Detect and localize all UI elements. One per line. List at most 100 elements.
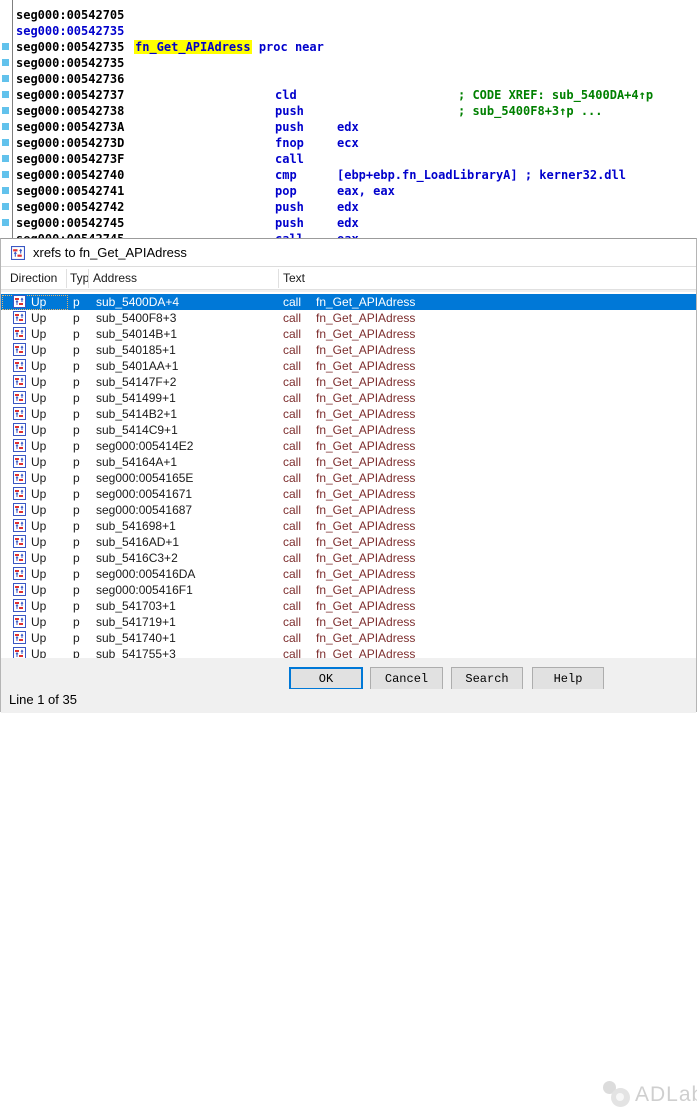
xref-text-target: fn_Get_APIAdress <box>316 534 415 550</box>
xref-text-target: fn_Get_APIAdress <box>316 438 415 454</box>
adlab-logo-icon <box>611 1088 630 1107</box>
xref-row-icon <box>13 471 26 484</box>
xref-text-mnemonic: call <box>283 614 301 630</box>
xref-row[interactable]: Up p sub_54014B+1 call fn_Get_APIAdress <box>1 326 696 342</box>
xref-direction: Up <box>31 390 46 406</box>
xref-row-icon <box>13 295 26 308</box>
xref-row[interactable]: Up p seg000:005416DA call fn_Get_APIAdre… <box>1 566 696 582</box>
xref-row[interactable]: Up p seg000:00541687 call fn_Get_APIAdre… <box>1 502 696 518</box>
disasm-line[interactable]: seg000:00542735 ; sub_5400F8+3↑p ... <box>0 23 697 39</box>
xref-direction: Up <box>31 374 46 390</box>
xref-type: p <box>73 310 80 326</box>
xref-row[interactable]: Up p sub_5414B2+1 call fn_Get_APIAdress <box>1 406 696 422</box>
xref-row-icon <box>13 455 26 468</box>
xref-row[interactable]: Up p sub_541698+1 call fn_Get_APIAdress <box>1 518 696 534</box>
xref-address: sub_541499+1 <box>96 390 176 406</box>
disasm-line[interactable]: seg000:00542705 <box>0 0 697 7</box>
search-button[interactable]: Search <box>451 667 523 690</box>
dialog-title: xrefs to fn_Get_APIAdress <box>33 245 187 260</box>
xref-row[interactable]: Up p seg000:005414E2 call fn_Get_APIAdre… <box>1 438 696 454</box>
xref-row[interactable]: Up p sub_541740+1 call fn_Get_APIAdress <box>1 630 696 646</box>
column-separator[interactable] <box>278 269 279 288</box>
xref-text-mnemonic: call <box>283 630 301 646</box>
column-header-text[interactable]: Text <box>283 271 305 285</box>
xref-row-icon <box>13 439 26 452</box>
disasm-line[interactable]: seg000:00542740 push edx <box>0 151 697 167</box>
xref-type: p <box>73 390 80 406</box>
disasm-line[interactable]: seg000:0054273D cmp eax, eax <box>0 119 697 135</box>
cancel-button[interactable]: Cancel <box>370 667 443 690</box>
disasm-line[interactable]: seg000:00542737 push ecx <box>0 71 697 87</box>
xref-row[interactable]: Up p seg000:005416F1 call fn_Get_APIAdre… <box>1 582 696 598</box>
xref-row[interactable]: Up p sub_541499+1 call fn_Get_APIAdress <box>1 390 696 406</box>
xref-type: p <box>73 326 80 342</box>
xref-list-header: Direction Typ Address Text <box>1 267 696 290</box>
xref-direction: Up <box>31 342 46 358</box>
xref-type: p <box>73 438 80 454</box>
xref-direction: Up <box>31 646 46 658</box>
xref-row[interactable]: Up p sub_541755+3 call fn_Get_APIAdress <box>1 646 696 658</box>
disasm-line[interactable]: seg000:0054273A call [ebp+ebp.fn_LoadLib… <box>0 103 697 119</box>
column-separator[interactable] <box>66 269 67 288</box>
disasm-line[interactable]: seg000:00542745 fn_Get_APIAdress endp <box>0 215 697 231</box>
xref-type: p <box>73 614 80 630</box>
xref-row[interactable]: Up p seg000:0054165E call fn_Get_APIAdre… <box>1 470 696 486</box>
xref-address: sub_54147F+2 <box>96 374 176 390</box>
disasm-line[interactable]: seg000:00542738 fnop <box>0 87 697 103</box>
xref-text-target: fn_Get_APIAdress <box>316 422 415 438</box>
xref-row[interactable]: Up p sub_54164A+1 call fn_Get_APIAdress <box>1 454 696 470</box>
column-header-address[interactable]: Address <box>93 271 137 285</box>
disasm-line[interactable]: seg000:00542735 cld <box>0 39 697 55</box>
xref-row[interactable]: Up p sub_5400F8+3 call fn_Get_APIAdress <box>1 310 696 326</box>
xref-row[interactable]: Up p seg000:00541671 call fn_Get_APIAdre… <box>1 486 696 502</box>
xref-address: seg000:0054165E <box>96 470 193 486</box>
xref-type: p <box>73 406 80 422</box>
xref-text-target: fn_Get_APIAdress <box>316 582 415 598</box>
disasm-line[interactable]: seg000:00542742 call [ebp+ebp.fn_GetProc… <box>0 183 697 199</box>
xref-text-mnemonic: call <box>283 422 301 438</box>
xref-row-icon <box>13 407 26 420</box>
xref-type: p <box>73 422 80 438</box>
help-button[interactable]: Help <box>532 667 604 690</box>
xref-row[interactable]: Up p sub_5401AA+1 call fn_Get_APIAdress <box>1 358 696 374</box>
xref-row[interactable]: Up p sub_54147F+2 call fn_Get_APIAdress <box>1 374 696 390</box>
column-separator[interactable] <box>88 269 89 288</box>
xref-type: p <box>73 566 80 582</box>
dialog-titlebar[interactable]: xrefs to fn_Get_APIAdress <box>1 239 696 267</box>
disasm-line[interactable]: seg000:00542745 retn <box>0 199 697 215</box>
xref-row[interactable]: Up p sub_5400DA+4 call fn_Get_APIAdress <box>1 294 696 310</box>
disasm-line[interactable]: seg000:00542741 push eax <box>0 167 697 183</box>
xref-row-icon <box>13 375 26 388</box>
xref-row[interactable]: Up p sub_5416AD+1 call fn_Get_APIAdress <box>1 534 696 550</box>
xref-row[interactable]: Up p sub_5416C3+2 call fn_Get_APIAdress <box>1 550 696 566</box>
xref-row-icon <box>13 391 26 404</box>
xref-row-icon <box>13 423 26 436</box>
disasm-line[interactable]: seg000:00542735 fn_Get_APIAdress proc ne… <box>0 7 697 23</box>
column-header-type[interactable]: Typ <box>70 271 88 285</box>
xref-list[interactable]: Up p sub_5400DA+4 call fn_Get_APIAdress … <box>1 292 696 658</box>
xref-text-mnemonic: call <box>283 358 301 374</box>
disassembly-view[interactable]: seg000:00542705 seg000:00542735 fn_Get_A… <box>0 0 697 238</box>
disasm-line[interactable]: seg000:00542736 push edx <box>0 55 697 71</box>
xref-text-target: fn_Get_APIAdress <box>316 310 415 326</box>
xref-text-target: fn_Get_APIAdress <box>316 342 415 358</box>
xref-type: p <box>73 646 80 658</box>
column-header-direction[interactable]: Direction <box>10 271 57 285</box>
xref-row[interactable]: Up p sub_541703+1 call fn_Get_APIAdress <box>1 598 696 614</box>
xref-row[interactable]: Up p sub_541719+1 call fn_Get_APIAdress <box>1 614 696 630</box>
xref-row[interactable]: Up p sub_540185+1 call fn_Get_APIAdress <box>1 342 696 358</box>
xref-type: p <box>73 598 80 614</box>
xref-address: seg000:005414E2 <box>96 438 193 454</box>
xref-text-target: fn_Get_APIAdress <box>316 358 415 374</box>
adlab-watermark: ADLab <box>599 1079 694 1113</box>
ok-button[interactable]: OK <box>289 667 363 690</box>
xref-type: p <box>73 518 80 534</box>
disasm-line[interactable]: seg000:00542745 <box>0 231 697 238</box>
xref-address: sub_5414C9+1 <box>96 422 178 438</box>
xref-address: sub_5400DA+4 <box>96 294 179 310</box>
xref-text-target: fn_Get_APIAdress <box>316 566 415 582</box>
xref-row[interactable]: Up p sub_5414C9+1 call fn_Get_APIAdress <box>1 422 696 438</box>
xref-address: sub_5400F8+3 <box>96 310 176 326</box>
disasm-line[interactable]: seg000:0054273F pop edx <box>0 135 697 151</box>
xref-row-icon <box>13 327 26 340</box>
